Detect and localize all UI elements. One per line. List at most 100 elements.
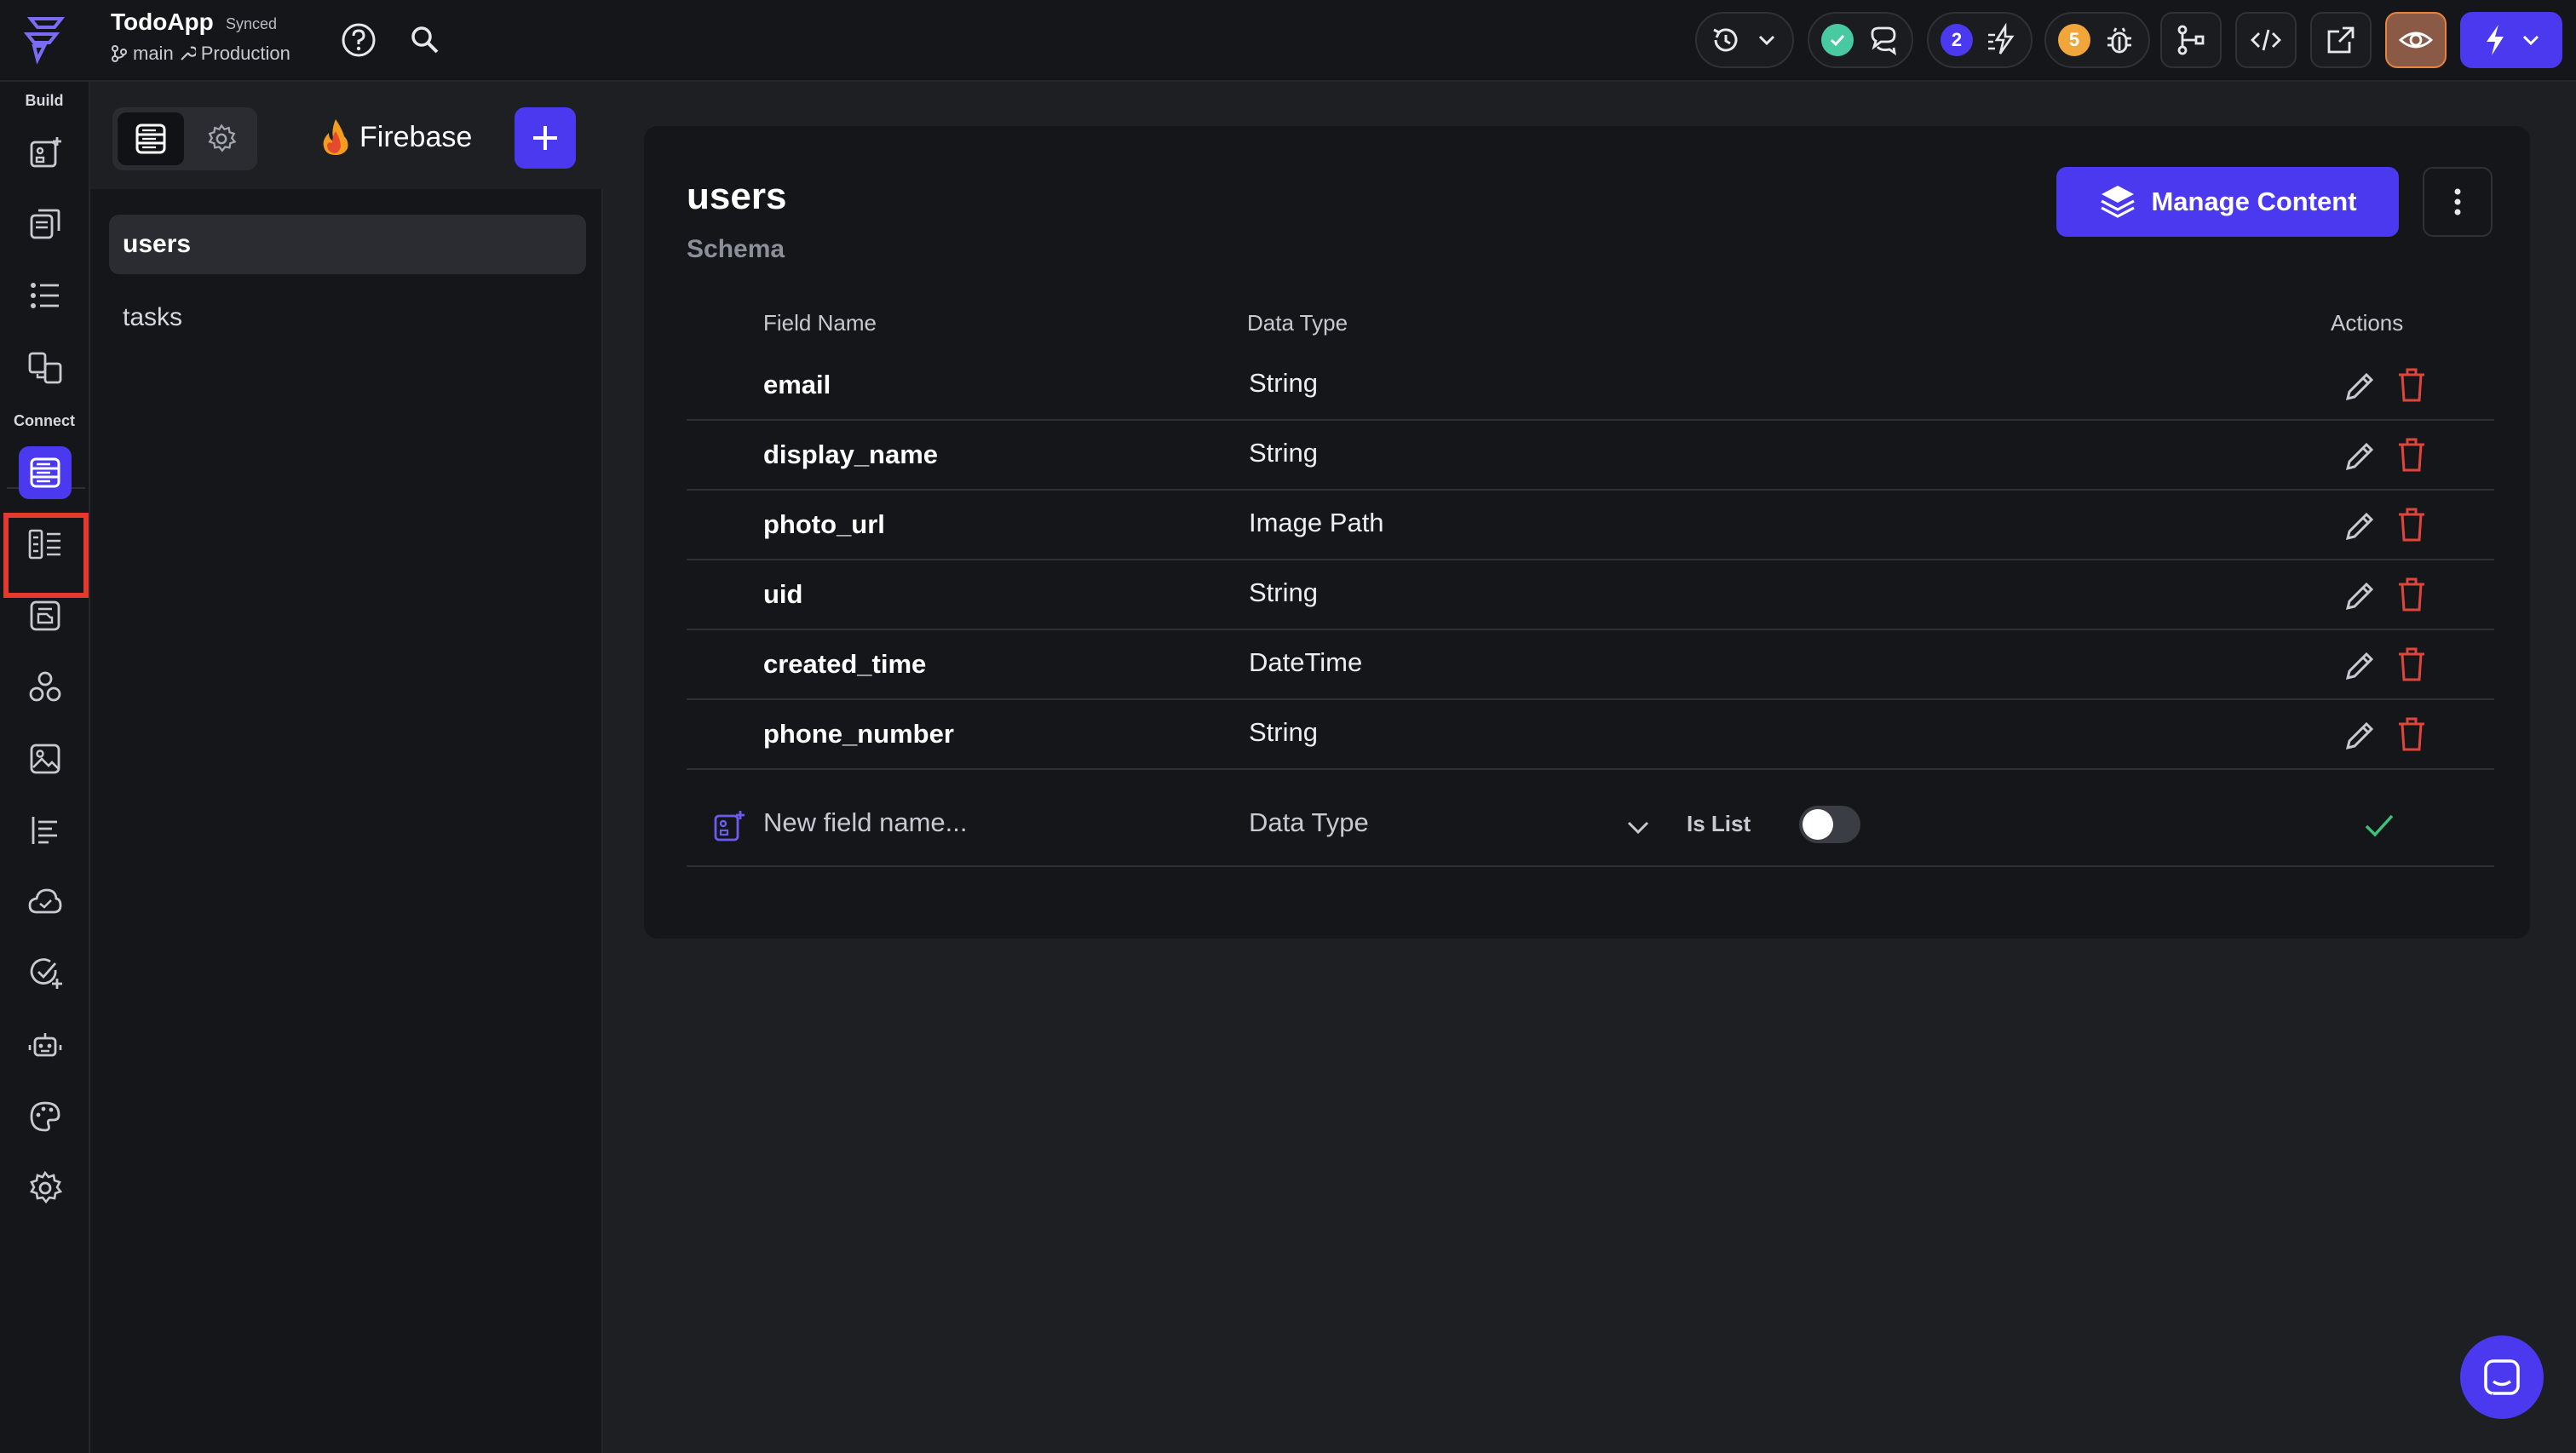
delete-trash-icon[interactable] (2395, 576, 2428, 613)
search-icon[interactable] (400, 15, 450, 65)
manage-content-button[interactable]: Manage Content (2056, 167, 2399, 237)
code-button[interactable] (2235, 12, 2297, 68)
branch-name: main (133, 43, 174, 64)
edit-pencil-icon[interactable] (2343, 647, 2378, 683)
edit-pencil-icon[interactable] (2343, 368, 2378, 404)
app-title[interactable]: TodoApp (111, 9, 214, 36)
firebase-label: Firebase (359, 120, 473, 153)
tests-icon[interactable] (19, 947, 72, 1000)
field-name: created_time (763, 649, 927, 679)
add-widget-icon[interactable] (19, 126, 72, 179)
edit-pencil-icon[interactable] (2343, 577, 2378, 613)
collection-item-users[interactable]: users (109, 215, 586, 274)
more-options-button[interactable] (2423, 167, 2493, 237)
branching-button[interactable] (2160, 12, 2222, 68)
storyboard-icon[interactable] (19, 341, 72, 393)
header-actions: Actions (2331, 310, 2404, 336)
check-comments-pill[interactable] (1808, 12, 1913, 68)
field-type: String (1249, 438, 1318, 468)
issues-pill[interactable]: 5 (2044, 12, 2150, 68)
is-list-toggle[interactable] (1799, 806, 1860, 843)
bolt-lines-icon (1988, 23, 2015, 55)
edit-pencil-icon[interactable] (2343, 438, 2378, 474)
collections-panel-header: Firebase (90, 82, 603, 189)
checks-ok-badge (1821, 24, 1854, 56)
header-data-type: Data Type (1247, 310, 1348, 336)
delete-trash-icon[interactable] (2395, 646, 2428, 683)
collections-panel: Firebase users tasks (90, 82, 603, 1453)
table-row: created_time DateTime (687, 630, 2494, 700)
delete-trash-icon[interactable] (2395, 506, 2428, 543)
widget-tree-icon[interactable] (19, 269, 72, 322)
open-external-button[interactable] (2310, 12, 2372, 68)
eye-icon (2399, 32, 2433, 49)
flutterflow-logo-icon[interactable] (19, 12, 72, 65)
edit-pencil-icon[interactable] (2343, 717, 2378, 753)
new-field-row: Data Type Is List (687, 784, 2494, 867)
history-dropdown[interactable] (1695, 12, 1794, 68)
plus-icon (533, 126, 557, 150)
branch-info[interactable]: main Production (111, 43, 290, 65)
environment-name: Production (200, 43, 290, 64)
table-row: uid String (687, 560, 2494, 630)
activity-pill[interactable]: 2 (1927, 12, 2033, 68)
theme-palette-icon[interactable] (19, 1090, 72, 1143)
field-name: email (763, 370, 831, 399)
left-nav-rail: Build Connect (0, 82, 90, 1453)
bug-icon (2107, 27, 2131, 54)
help-icon[interactable] (334, 15, 383, 65)
agents-robot-icon[interactable] (19, 1019, 72, 1071)
preview-button[interactable] (2385, 12, 2447, 68)
branching-icon (2177, 25, 2205, 55)
collection-title: users (687, 175, 787, 217)
build-section-label: Build (25, 92, 64, 109)
confirm-check-icon[interactable] (2361, 807, 2397, 843)
media-assets-icon[interactable] (19, 732, 72, 785)
table-row: phone_number String (687, 700, 2494, 770)
pages-icon[interactable] (19, 198, 72, 250)
is-list-label: Is List (1687, 811, 1751, 836)
collections-view-tab[interactable] (118, 112, 184, 165)
sync-status: Synced (226, 15, 278, 32)
add-collection-button[interactable] (515, 107, 576, 169)
delete-trash-icon[interactable] (2395, 715, 2428, 753)
wrench-icon (180, 46, 196, 60)
data-schema-icon[interactable] (19, 518, 72, 571)
schema-subtitle: Schema (687, 235, 785, 263)
cloud-functions-icon[interactable] (19, 876, 72, 928)
run-button[interactable] (2460, 12, 2562, 68)
code-icon (2251, 29, 2281, 51)
external-link-icon (2327, 26, 2355, 54)
chevron-down-icon[interactable] (1624, 813, 1653, 841)
delete-trash-icon[interactable] (2395, 366, 2428, 404)
check-icon (1830, 34, 1845, 47)
chat-support-button[interactable] (2460, 1335, 2544, 1419)
app-state-icon[interactable] (19, 661, 72, 714)
new-field-name-input[interactable] (763, 807, 1206, 838)
firestore-database-icon[interactable] (19, 446, 72, 499)
activity-count-badge: 2 (1941, 24, 1973, 56)
field-name: display_name (763, 439, 939, 469)
data-type-select[interactable]: Data Type (1249, 807, 1369, 838)
toggle-knob (1803, 809, 1833, 840)
delete-trash-icon[interactable] (2395, 436, 2428, 474)
chevron-down-icon (1758, 35, 1775, 46)
table-row: email String (687, 351, 2494, 421)
edit-pencil-icon[interactable] (2343, 508, 2378, 543)
field-name: uid (763, 579, 803, 609)
field-name: photo_url (763, 509, 885, 539)
field-type: String (1249, 368, 1318, 398)
field-type: String (1249, 717, 1318, 747)
settings-gear-icon[interactable] (19, 1162, 72, 1215)
firestore-settings-tab[interactable] (191, 112, 252, 165)
gear-icon (208, 123, 237, 152)
storage-icon[interactable] (19, 589, 72, 642)
top-bar: TodoApp Synced main Production 2 5 (0, 0, 2576, 82)
connect-section-label: Connect (14, 412, 75, 429)
header-field-name: Field Name (763, 310, 877, 336)
custom-code-icon[interactable] (19, 804, 72, 857)
firebase-brand: Firebase (319, 118, 472, 157)
collection-item-tasks[interactable]: tasks (109, 288, 586, 347)
chat-icon (2484, 1359, 2520, 1398)
field-type: DateTime (1249, 647, 1363, 677)
